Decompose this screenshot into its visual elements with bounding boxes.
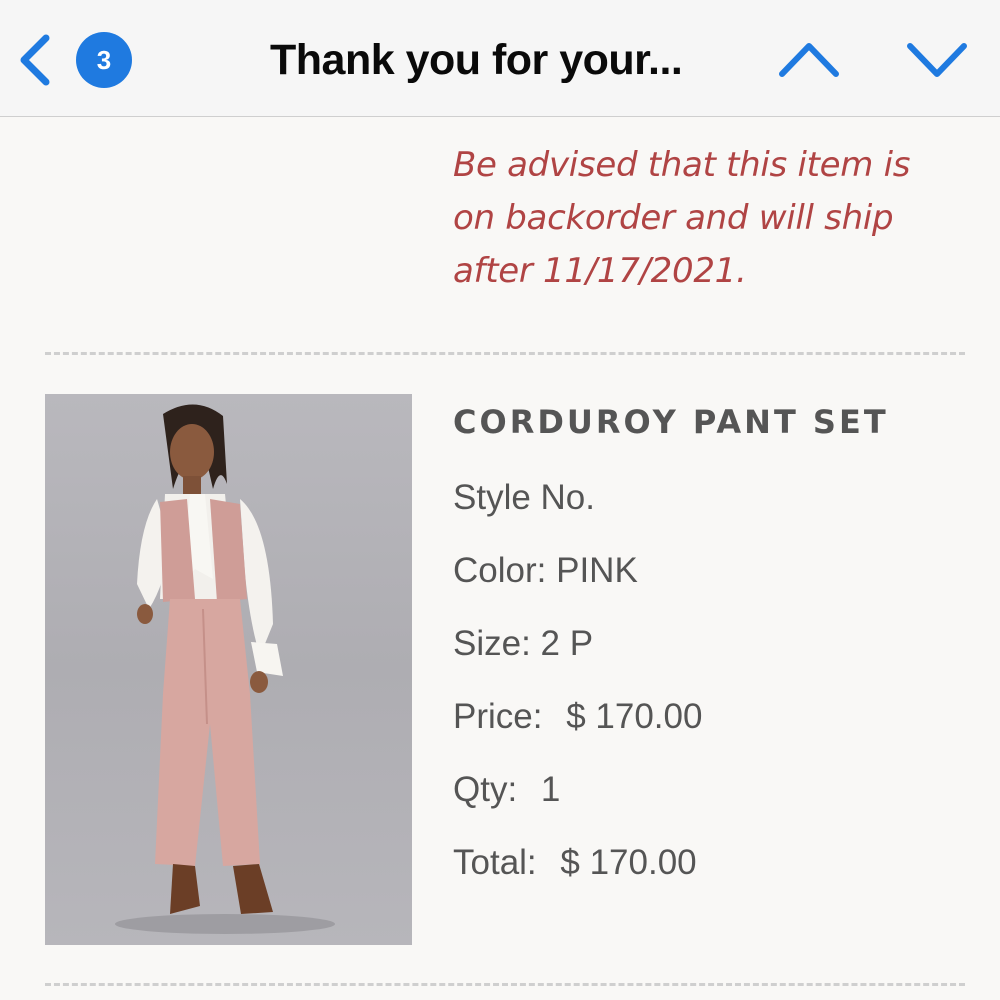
price-value: $ 170.00 [566,697,703,736]
chevron-up-icon [779,43,839,77]
quantity-row: Qty: 1 [453,753,973,826]
total-row: Total: $ 170.00 [453,826,973,899]
back-button[interactable]: 3 [12,28,132,92]
color-row: Color: PINK [453,534,973,607]
unread-count-badge: 3 [76,32,132,88]
total-value: $ 170.00 [560,843,697,882]
price-label: Price: [453,697,543,736]
product-photo-illustration [115,404,335,934]
product-name: CORDUROY PANT SET [453,403,889,441]
color-label: Color: [453,551,547,590]
backorder-notice-line: Be advised that this item is [453,145,911,185]
size-value: 2 P [540,624,594,663]
message-subject-title: Thank you for your... [270,36,683,84]
chevron-left-icon [20,34,50,86]
style-number-label: Style No. [453,478,595,517]
size-label: Size: [453,624,531,663]
chevron-down-icon [907,43,967,77]
quantity-value: 1 [540,770,561,809]
next-message-button[interactable] [904,36,970,84]
dashed-divider [45,983,965,986]
quantity-label: Qty: [453,770,518,809]
dashed-divider [45,352,965,355]
product-image[interactable] [45,394,412,945]
style-number-row: Style No. [453,461,973,534]
email-body: Be advised that this item is on backorde… [0,117,1000,1000]
previous-message-button[interactable] [776,36,842,84]
product-details: CORDUROY PANT SET Style No. Color: PINK … [453,397,973,899]
backorder-notice-line: on backorder and will ship [453,198,894,238]
navigation-bar: 3 Thank you for your... [0,0,1000,117]
size-row: Size: 2 P [453,607,973,680]
backorder-notice-line: after 11/17/2021. [453,251,747,291]
total-label: Total: [453,843,537,882]
color-value: PINK [556,551,638,590]
backorder-notice: Be advised that this item is on backorde… [453,139,973,298]
price-row: Price: $ 170.00 [453,680,973,753]
